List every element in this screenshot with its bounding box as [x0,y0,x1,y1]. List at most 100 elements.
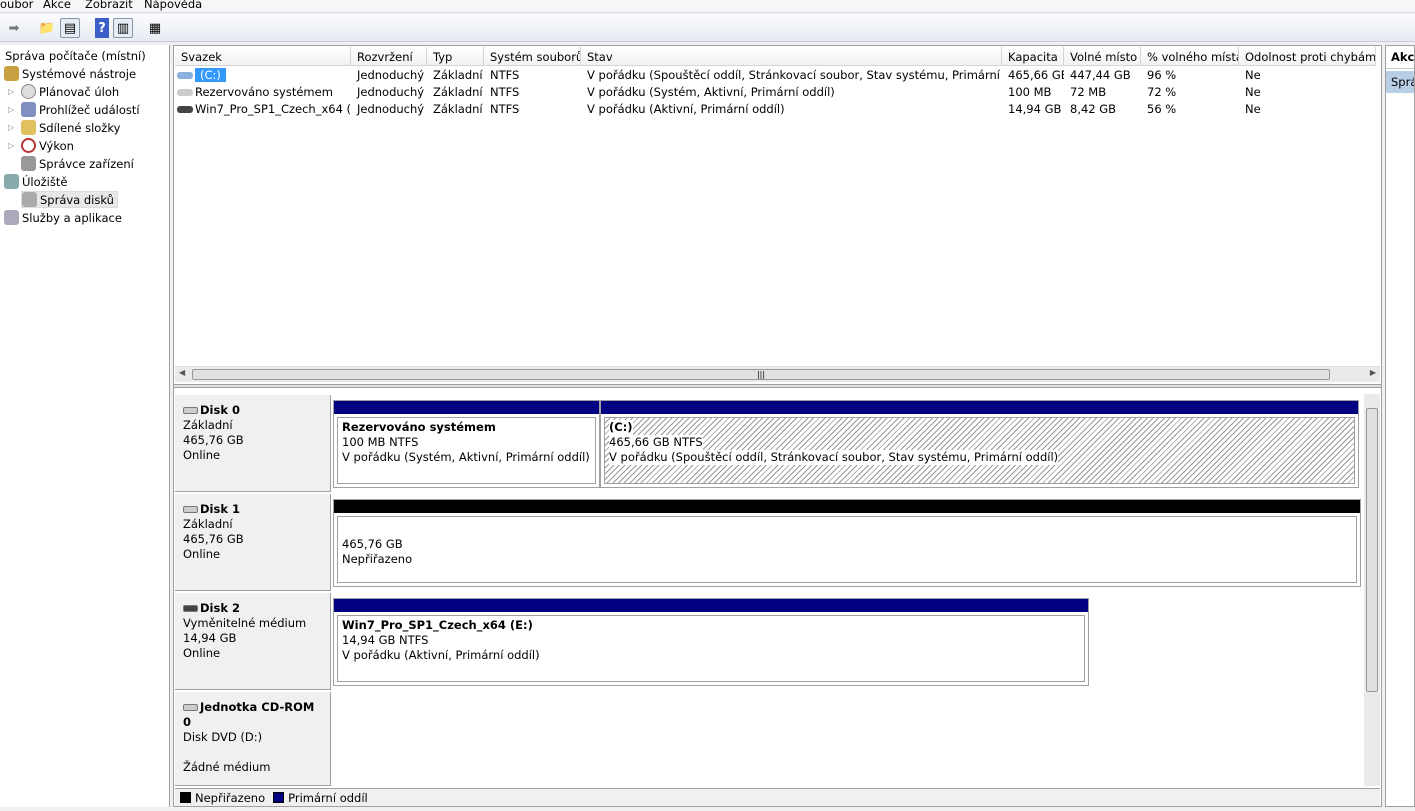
partition-size: 465,76 GB [342,537,403,551]
table-cell[interactable]: NTFS [484,101,581,118]
menu-help[interactable]: Nápověda [144,0,202,11]
expand-icon[interactable]: ▷ [8,87,18,96]
tree-item-performance[interactable]: ▷ Výkon [8,137,74,154]
tree-item-disk-management[interactable]: Správa disků [21,191,118,208]
disk-label[interactable]: Disk 2 Vyměnitelné médium 14,94 GB Online [175,593,331,690]
disk-status: Online [183,547,221,561]
tree-item-device-manager[interactable]: Správce zařízení [21,155,134,172]
vertical-scrollbar[interactable] [1364,394,1380,786]
partition-size: 14,94 GB NTFS [342,633,429,647]
partition[interactable]: 465,76 GB Nepřiřazeno [333,499,1361,587]
table-cell[interactable]: Základní [427,84,484,101]
pane-splitter[interactable] [174,384,1381,388]
cell-text: Rezervováno systémem [195,85,333,99]
table-cell[interactable]: Win7_Pro_SP1_Czech_x64 (E:) [175,101,351,118]
properties-icon[interactable]: ▦ [145,18,165,38]
column-header[interactable]: Odolnost proti chybám [1239,47,1376,66]
partition[interactable]: (C:) 465,66 GB NTFS V pořádku (Spouštěcí o… [600,400,1359,488]
tree-item-services-apps[interactable]: Služby a aplikace [4,209,122,226]
show-hide-action-pane-icon[interactable]: ▥ [113,18,133,38]
table-cell[interactable]: 100 MB [1002,84,1064,101]
forward-icon[interactable]: ➡ [4,18,24,38]
expand-icon[interactable]: ▷ [8,141,18,150]
menu-action[interactable]: Akce [43,0,71,11]
table-cell[interactable]: 72 MB [1064,84,1141,101]
table-cell[interactable]: NTFS [484,84,581,101]
disk-size: 465,76 GB [183,532,244,546]
column-header[interactable]: Volné místo [1064,47,1141,66]
disk-label[interactable]: Disk 1 Základní 465,76 GB Online [175,494,331,591]
actions-item[interactable]: Sprá [1386,71,1414,93]
tree-root[interactable]: Správa počítače (místní) [5,47,146,64]
disk-size: 465,76 GB [183,433,244,447]
disk-name: Disk 0 [200,403,240,417]
cell-text: 447,44 GB [1070,68,1131,82]
disk-name: Jednotka CD-ROM 0 [183,700,315,729]
scroll-thumb[interactable] [1366,408,1378,692]
cell-text: 96 % [1147,68,1177,82]
cell-text: Základní [433,85,483,99]
table-cell[interactable]: Ne [1239,84,1376,101]
disk-label[interactable]: Jednotka CD-ROM 0 Disk DVD (D:) Žádné médi… [175,692,331,786]
menu-file[interactable]: oubor [0,0,33,11]
table-cell[interactable]: 465,66 GB [1002,67,1064,84]
horizontal-scrollbar[interactable]: ◀ ||| ▶ [175,366,1380,382]
table-cell[interactable]: Ne [1239,67,1376,84]
column-header[interactable]: Svazek [175,47,351,66]
disk-label[interactable]: Disk 0 Základní 465,76 GB Online [175,395,331,492]
table-cell[interactable]: Rezervováno systémem [175,84,351,101]
column-header[interactable]: Kapacita [1002,47,1064,66]
tree-item-shared-folders[interactable]: ▷ Sdílené složky [8,119,120,136]
tools-icon [4,66,19,81]
column-header[interactable]: Rozvržení [351,47,427,66]
menu-view[interactable]: Zobrazit [85,0,133,11]
table-cell[interactable]: Ne [1239,101,1376,118]
cd-drive-icon [183,704,198,711]
primary-swatch [273,792,285,803]
tree-item-task-scheduler[interactable]: ▷ Plánovač úloh [8,83,119,100]
table-cell[interactable]: Základní [427,101,484,118]
scroll-thumb[interactable]: ||| [192,369,1330,380]
cell-text: NTFS [490,85,520,99]
expand-icon[interactable]: ▷ [8,105,18,114]
tree-item-event-viewer[interactable]: ▷ Prohlížeč událostí [8,101,140,118]
partition-size: 465,66 GB NTFS [609,435,703,450]
show-hide-tree-icon[interactable]: ▤ [60,18,80,38]
table-cell[interactable]: (C:) [175,67,351,84]
toolbar: ➡ 📁 ▤ ? ▥ ▦ [0,14,1415,42]
disk-status: Online [183,646,221,660]
table-cell[interactable]: 447,44 GB [1064,67,1141,84]
table-cell[interactable]: Jednoduchý [351,67,427,84]
cell-text: Ne [1245,68,1261,82]
volume-icon [177,89,193,96]
column-header[interactable]: % volného místa [1141,47,1239,66]
cell-text: Základní [433,102,483,116]
disk-management-icon [22,192,37,207]
cell-text: Win7_Pro_SP1_Czech_x64 (E:) [195,102,351,116]
cell-text: Základní [433,68,483,82]
column-header[interactable]: Systém souborů [484,47,581,66]
column-header[interactable]: Typ [427,47,484,66]
column-header[interactable]: Stav [581,47,1002,66]
partition[interactable]: Win7_Pro_SP1_Czech_x64 (E:) 14,94 GB NTFS… [333,598,1089,686]
table-cell[interactable]: NTFS [484,67,581,84]
table-cell[interactable]: 8,42 GB [1064,101,1141,118]
table-cell[interactable]: V pořádku (Spouštěcí oddíl, Stránkovací … [581,67,1002,84]
up-folder-icon[interactable]: 📁 [37,18,57,38]
table-cell[interactable]: Jednoduchý [351,84,427,101]
unallocated-swatch [180,792,191,803]
table-cell[interactable]: V pořádku (Aktivní, Primární oddíl) [581,101,1002,118]
table-cell[interactable]: 56 % [1141,101,1239,118]
table-cell[interactable]: V pořádku (Systém, Aktivní, Primární odd… [581,84,1002,101]
tree-item-storage[interactable]: Úložiště [4,173,67,190]
tree-item-system-tools[interactable]: Systémové nástroje [4,65,136,82]
expand-icon[interactable]: ▷ [8,123,18,132]
table-cell[interactable]: 72 % [1141,84,1239,101]
partition[interactable]: Rezervováno systémem 100 MB NTFS V pořádku… [333,400,600,488]
menu-bar: oubor Akce Zobrazit Nápověda [0,0,1415,13]
table-cell[interactable]: Jednoduchý [351,101,427,118]
table-cell[interactable]: 96 % [1141,67,1239,84]
table-cell[interactable]: 14,94 GB [1002,101,1064,118]
table-cell[interactable]: Základní [427,67,484,84]
help-icon[interactable]: ? [95,18,109,38]
